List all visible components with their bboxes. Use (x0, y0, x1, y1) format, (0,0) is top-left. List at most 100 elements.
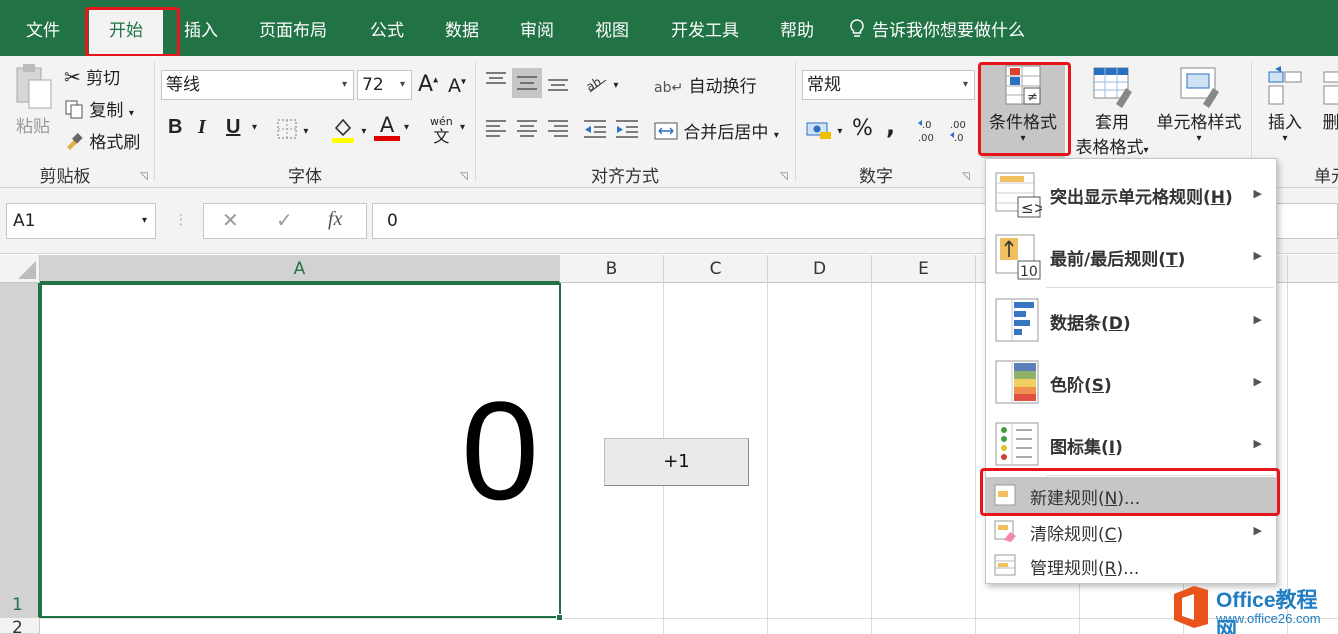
font-size-box[interactable]: 72 ▾ (357, 70, 412, 100)
tab-data[interactable]: 数据 (430, 8, 494, 56)
tab-developer[interactable]: 开发工具 (655, 8, 755, 56)
chevron-down-icon[interactable]: ▾ (252, 122, 257, 133)
align-middle-button[interactable] (512, 68, 542, 98)
column-header-a[interactable]: A (40, 255, 560, 283)
menu-item-clear-rules[interactable]: 清除规则(C) ▶ (986, 513, 1276, 549)
chevron-down-icon: ▾ (1196, 133, 1202, 144)
column-header-d[interactable]: D (768, 255, 872, 283)
menu-item-top-bottom-rules[interactable]: 10 最前/最后规则(T) ▶ (986, 225, 1276, 287)
italic-button[interactable]: I (198, 116, 206, 139)
svg-text:.00: .00 (950, 120, 966, 131)
merge-cells-icon (654, 122, 678, 140)
enter-icon[interactable]: ✓ (276, 208, 293, 232)
column-header-b[interactable]: B (560, 255, 664, 283)
copy-button[interactable]: 复制 ▾ (64, 96, 134, 121)
delete-cells-label: 删 (1322, 113, 1338, 133)
bold-button[interactable]: B (168, 116, 182, 139)
cells-group-label: 单元 (1314, 167, 1338, 187)
align-right-icon[interactable] (546, 118, 570, 140)
align-top-icon[interactable] (484, 70, 508, 92)
align-bottom-icon[interactable] (546, 72, 570, 94)
tab-help[interactable]: 帮助 (765, 8, 829, 56)
increment-button[interactable]: +1 (604, 438, 749, 486)
tell-me-box[interactable]: 告诉我你想要做什么 (848, 8, 1025, 56)
phonetic-guide-button[interactable]: wén 文 (430, 116, 453, 146)
percent-button[interactable]: % (852, 116, 873, 141)
merge-center-button[interactable]: 合并后居中 ▾ (654, 118, 779, 143)
shrink-font-button[interactable]: A▾ (448, 75, 466, 97)
number-launcher-icon[interactable]: ◹ (962, 171, 970, 182)
column-header-e[interactable]: E (872, 255, 976, 283)
cancel-icon[interactable]: ✕ (222, 208, 239, 232)
cut-label: 剪切 (86, 69, 121, 89)
paste-button[interactable]: 粘贴 (8, 62, 58, 154)
phonetic-char: 文 (433, 127, 450, 146)
cell-styles-icon (1180, 67, 1219, 108)
number-format-value: 常规 (807, 75, 841, 95)
delete-cells-button[interactable]: 删 (1316, 62, 1338, 158)
insert-function-icon[interactable]: fx (328, 208, 342, 231)
lightbulb-icon (850, 19, 864, 37)
scissors-icon: ✂ (64, 65, 81, 89)
align-left-icon[interactable] (484, 118, 508, 140)
row-header-2[interactable]: 2 (0, 618, 40, 634)
format-as-table-button[interactable]: 套用 表格格式▾ (1070, 62, 1154, 158)
formula-bar-grip-icon[interactable]: ⋮ (174, 212, 188, 228)
menu-item-icon-sets[interactable]: 图标集(I) ▶ (986, 413, 1276, 475)
underline-button[interactable]: U (226, 116, 240, 139)
menu-item-data-bars[interactable]: 数据条(D) ▶ (986, 289, 1276, 351)
tab-file[interactable]: 文件 (0, 8, 86, 56)
orientation-button[interactable]: ab ▾ (584, 72, 619, 99)
decrease-indent-icon[interactable] (582, 118, 608, 140)
decrease-decimal-icon[interactable]: .00.0 (948, 116, 978, 144)
tab-review[interactable]: 审阅 (505, 8, 569, 56)
select-all-corner[interactable] (0, 255, 40, 283)
highlight-rules-icon: ≤> (995, 172, 1042, 218)
format-painter-label: 格式刷 (89, 133, 141, 153)
fill-color-button[interactable]: ▾ (330, 116, 366, 149)
increase-indent-icon[interactable] (614, 118, 640, 140)
tab-formulas[interactable]: 公式 (354, 8, 420, 56)
svg-text:.00: .00 (918, 133, 934, 144)
comma-button[interactable]: , (886, 112, 895, 140)
align-center-icon[interactable] (515, 118, 539, 140)
grow-font-button[interactable]: A▴ (418, 72, 438, 97)
alignment-launcher-icon[interactable]: ◹ (780, 171, 788, 182)
borders-button[interactable]: ▾ (276, 118, 308, 145)
cell-a1[interactable]: 0 (40, 283, 561, 618)
tab-page-layout[interactable]: 页面布局 (244, 8, 342, 56)
accounting-format-button[interactable]: ▾ (806, 118, 842, 145)
color-scales-icon (995, 360, 1039, 404)
fill-handle[interactable] (556, 614, 563, 621)
increase-decimal-icon[interactable]: .0.00 (916, 116, 946, 144)
group-divider (795, 62, 796, 180)
watermark-name: Office教程网 (1216, 589, 1318, 634)
cell-styles-button[interactable]: 单元格样式 ▾ (1152, 62, 1246, 158)
gridline (871, 283, 872, 634)
font-color-button[interactable]: A (374, 114, 400, 141)
chevron-right-icon: ▶ (1253, 375, 1262, 388)
format-painter-button[interactable]: 格式刷 (64, 128, 140, 153)
menu-item-highlight-rules[interactable]: ≤> 突出显示单元格规则(H) ▶ (986, 163, 1276, 225)
menu-item-manage-rules[interactable]: 管理规则(R)... (986, 547, 1276, 583)
row-header-1[interactable]: 1 (0, 283, 40, 618)
data-bars-icon (995, 298, 1039, 342)
name-box[interactable]: A1 ▾ (6, 203, 156, 239)
insert-cells-button[interactable]: 插入 ▾ (1258, 62, 1312, 158)
column-header-c[interactable]: C (664, 255, 768, 283)
tab-view[interactable]: 视图 (580, 8, 644, 56)
menu-item-color-scales[interactable]: 色阶(S) ▶ (986, 351, 1276, 413)
clipboard-launcher-icon[interactable]: ◹ (140, 171, 148, 182)
name-box-value: A1 (13, 211, 36, 231)
chevron-down-icon[interactable]: ▾ (404, 122, 409, 133)
chevron-down-icon: ▾ (1282, 133, 1288, 144)
font-launcher-icon[interactable]: ◹ (460, 171, 468, 182)
wrap-text-button[interactable]: ab↵ 自动换行 (654, 72, 757, 97)
copy-label: 复制 (89, 101, 124, 121)
number-format-box[interactable]: 常规 ▾ (802, 70, 975, 100)
column-header-i[interactable] (1288, 255, 1338, 283)
format-as-table-label-1: 套用 (1095, 113, 1129, 133)
font-name-box[interactable]: 等线 ▾ (161, 70, 354, 100)
chevron-down-icon[interactable]: ▾ (460, 122, 465, 133)
cut-button[interactable]: ✂ 剪切 (64, 64, 120, 89)
